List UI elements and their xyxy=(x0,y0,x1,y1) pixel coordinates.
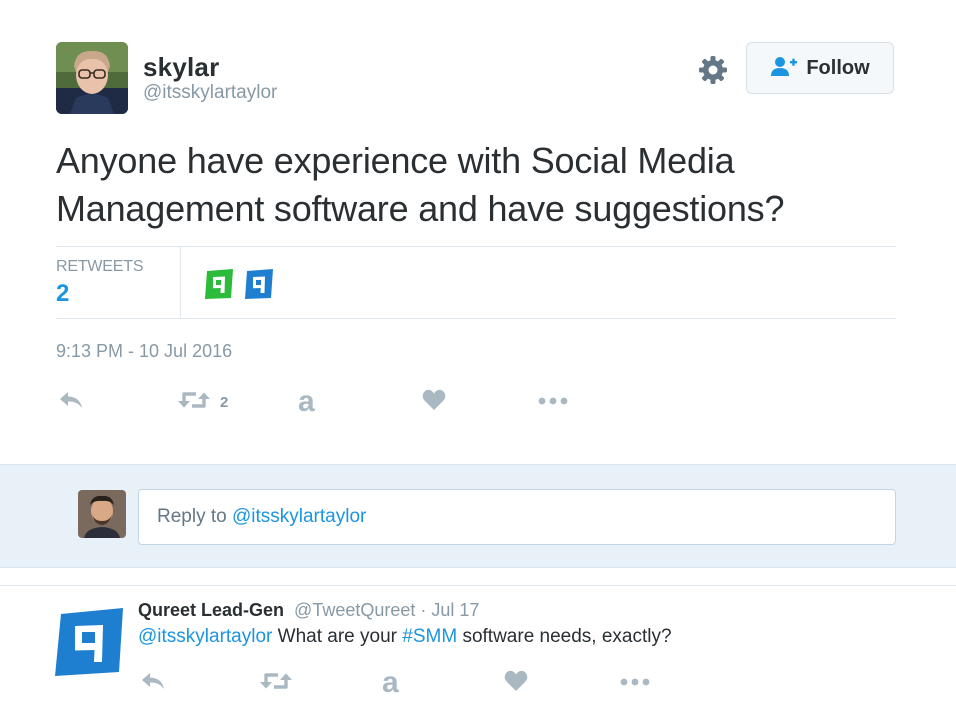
follow-button[interactable]: Follow xyxy=(746,42,894,94)
more-icon xyxy=(538,393,568,411)
current-user-avatar[interactable] xyxy=(78,490,126,538)
retweet-action[interactable]: 2 xyxy=(178,386,228,418)
heart-icon xyxy=(504,670,528,697)
retweeter-avatar-blue[interactable] xyxy=(242,267,276,301)
retweet-icon xyxy=(260,670,292,697)
amazon-icon: a xyxy=(382,666,399,699)
reply-mention-link[interactable]: @itsskylartaylor xyxy=(138,626,272,647)
main-tweet: skylar @itsskylartaylor Follow Anyone ha… xyxy=(0,0,956,464)
reply-tweet: Qureet Lead-Gen @TweetQureet · Jul 17 @i… xyxy=(0,586,956,712)
reply-actions: a xyxy=(138,666,698,699)
reply-reply-action[interactable] xyxy=(140,669,166,697)
retweet-icon xyxy=(178,389,210,416)
reply-icon xyxy=(140,670,166,697)
reply-placeholder-mention: @itsskylartaylor xyxy=(231,506,367,527)
reply-placeholder-prefix: Reply to xyxy=(157,506,232,527)
reply-text: @itsskylartaylor What are your #SMM soft… xyxy=(138,626,672,648)
reply-retweet-action[interactable] xyxy=(260,669,292,697)
author-name[interactable]: skylar xyxy=(143,52,219,83)
reply-meta[interactable]: @TweetQureet · Jul 17 xyxy=(294,600,479,620)
amazon-action[interactable]: a xyxy=(298,386,315,418)
stats-divider xyxy=(180,247,181,319)
author-handle[interactable]: @itsskylartaylor xyxy=(143,82,277,104)
qureet-avatar[interactable] xyxy=(53,606,125,678)
reply-like-action[interactable] xyxy=(504,669,528,697)
retweeter-avatar-green[interactable] xyxy=(202,267,236,301)
follow-label: Follow xyxy=(806,56,870,79)
hashtag-link[interactable]: #SMM xyxy=(402,626,457,647)
reply-more-action[interactable] xyxy=(620,669,650,697)
tweet-text: Anyone have experience with Social Media… xyxy=(56,140,785,229)
heart-icon xyxy=(422,389,446,416)
gear-icon[interactable] xyxy=(697,54,729,86)
reply-input[interactable]: Reply to @itsskylartaylor xyxy=(138,489,896,545)
reply-action[interactable] xyxy=(58,386,84,418)
retweets-count[interactable]: 2 xyxy=(56,280,69,308)
reply-author-name[interactable]: Qureet Lead-Gen xyxy=(138,600,284,620)
like-action[interactable] xyxy=(422,386,446,418)
tweet-timestamp[interactable]: 9:13 PM - 10 Jul 2016 xyxy=(56,341,232,362)
retweet-count: 2 xyxy=(220,393,229,411)
reply-icon xyxy=(58,389,84,416)
follow-person-icon xyxy=(770,55,798,82)
reply-text-mid: What are your xyxy=(272,626,403,647)
reply-text-end: software needs, exactly? xyxy=(457,626,672,647)
amazon-icon: a xyxy=(298,385,315,418)
more-action[interactable] xyxy=(538,386,568,418)
reply-header: Qureet Lead-Gen @TweetQureet · Jul 17 xyxy=(138,600,479,621)
reply-composer: Reply to @itsskylartaylor xyxy=(0,464,956,568)
author-avatar[interactable] xyxy=(56,42,128,114)
section-divider xyxy=(0,568,956,586)
retweets-label: RETWEETS xyxy=(56,258,144,275)
tweet-stats: RETWEETS 2 xyxy=(56,246,896,319)
reply-amazon-action[interactable]: a xyxy=(382,666,399,699)
more-icon xyxy=(620,674,650,692)
tweet-actions: 2 a xyxy=(56,386,616,418)
